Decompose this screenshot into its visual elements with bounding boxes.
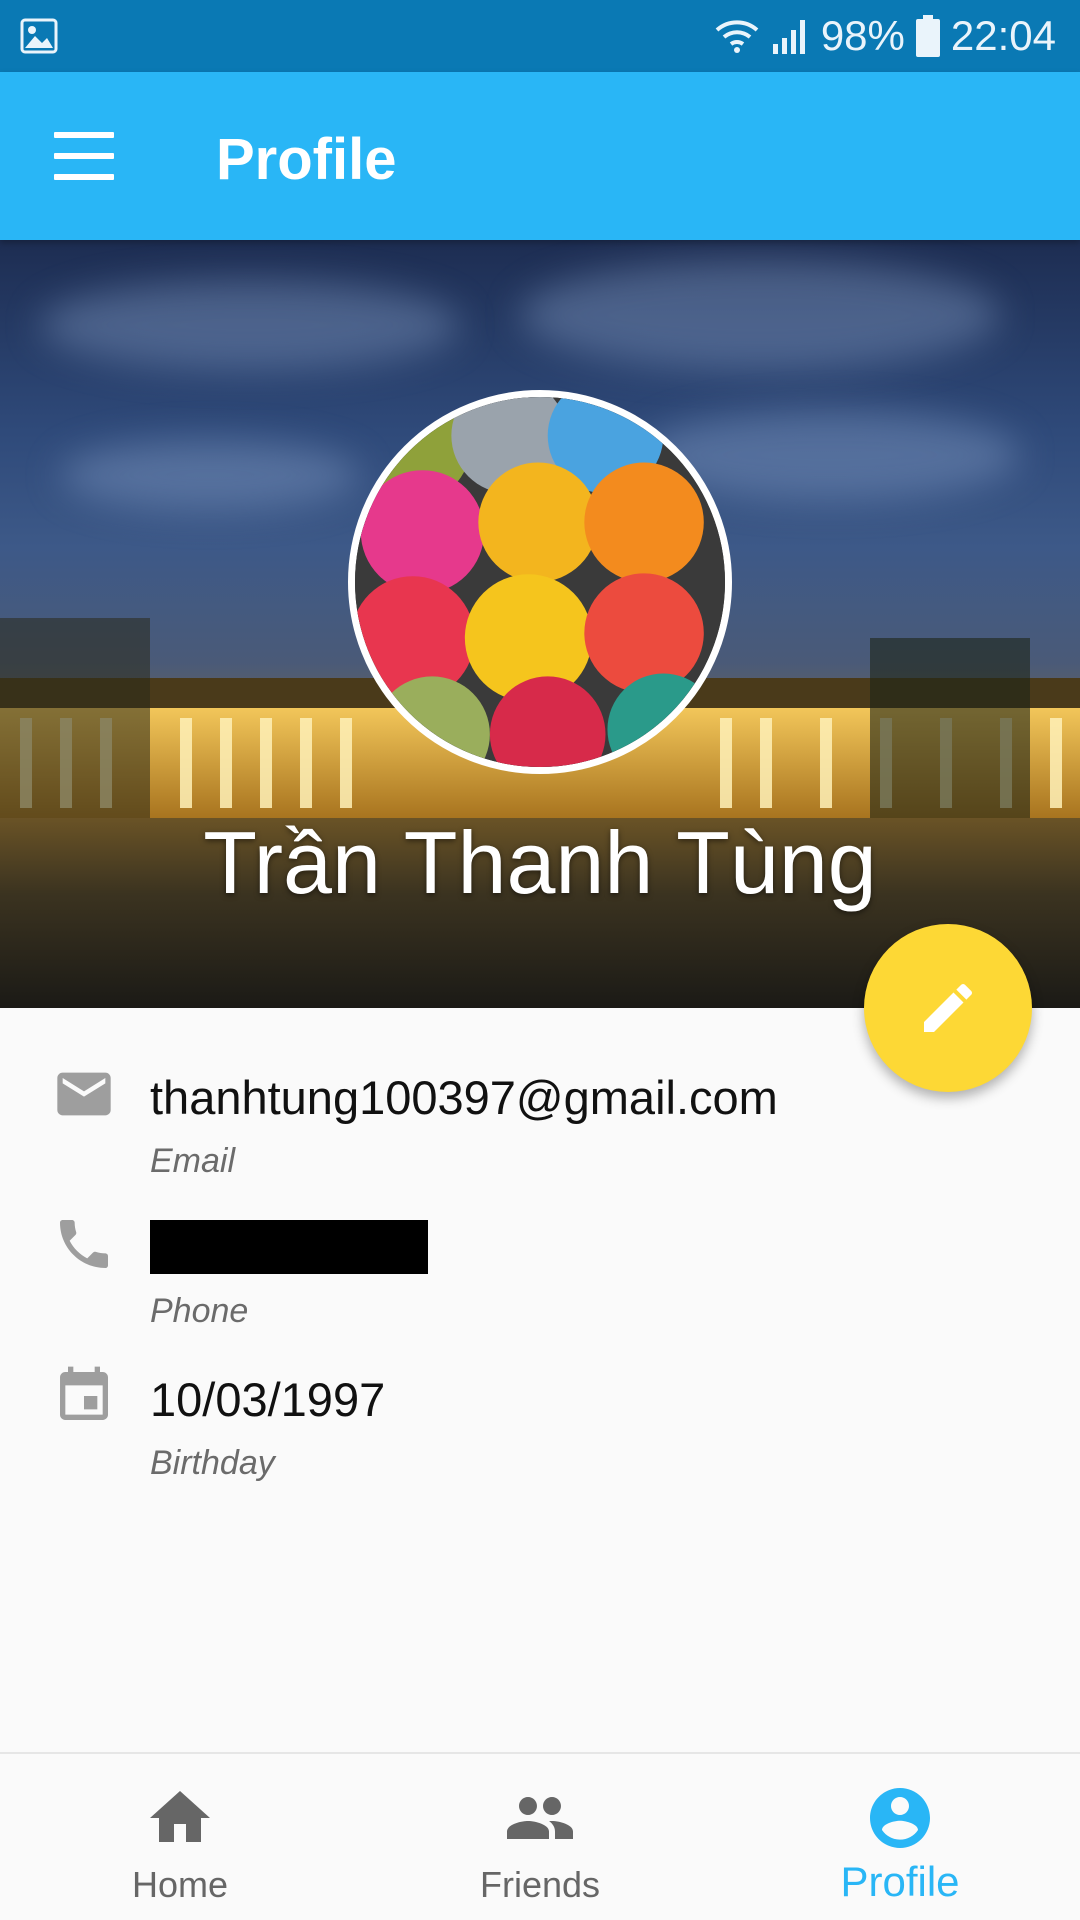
- nav-profile[interactable]: Profile: [720, 1754, 1080, 1920]
- edit-button[interactable]: [864, 924, 1032, 1092]
- phone-label: Phone: [150, 1292, 249, 1330]
- birthday-label: Birthday: [150, 1444, 275, 1482]
- friends-icon: [507, 1797, 573, 1839]
- page-title: Profile: [216, 127, 397, 192]
- status-bar: 98% 22:04: [0, 0, 1080, 72]
- battery-icon: [915, 15, 940, 57]
- email-value: thanhtung100397@gmail.com: [150, 1071, 778, 1124]
- edit-icon: [924, 983, 973, 1032]
- signal-icon: [772, 20, 805, 54]
- phone-row[interactable]: Phone: [0, 1212, 1080, 1352]
- app-bar: Profile: [0, 72, 1080, 240]
- home-icon: [150, 1791, 210, 1842]
- nav-friends-label: Friends: [479, 1864, 601, 1905]
- nav-home-label: Home: [131, 1864, 229, 1905]
- email-label: Email: [150, 1142, 236, 1180]
- wifi-icon: [715, 20, 759, 53]
- nav-home[interactable]: Home: [0, 1754, 360, 1920]
- battery-percent: 98%: [820, 12, 905, 59]
- phone-icon: [60, 1220, 108, 1268]
- menu-icon[interactable]: [40, 116, 128, 196]
- account-icon: [870, 1788, 930, 1848]
- phone-value-redacted: [150, 1220, 428, 1274]
- nav-friends[interactable]: Friends: [360, 1754, 720, 1920]
- profile-header: Trần Thanh Tùng: [0, 240, 1080, 1008]
- avatar[interactable]: [348, 390, 732, 774]
- bottom-navigation: Home Friends Profile: [0, 1752, 1080, 1920]
- email-icon: [57, 1072, 111, 1116]
- birthday-row[interactable]: 10/03/1997 Birthday: [0, 1364, 1080, 1504]
- birthday-value: 10/03/1997: [150, 1373, 386, 1426]
- nav-profile-label: Profile: [840, 1858, 960, 1905]
- user-name: Trần Thanh Tùng: [203, 813, 877, 912]
- gallery-icon: [20, 18, 58, 54]
- clock: 22:04: [950, 12, 1056, 59]
- calendar-icon: [60, 1366, 108, 1420]
